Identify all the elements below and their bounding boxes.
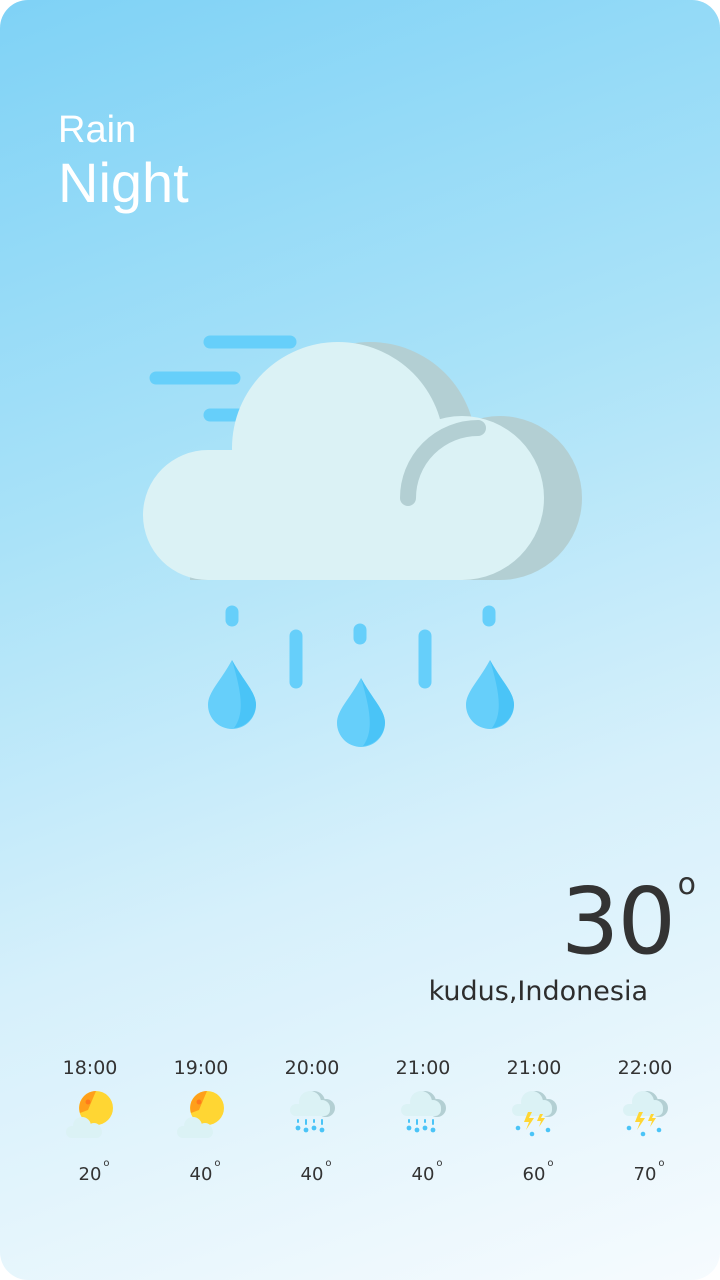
forecast-item[interactable]: 20:00 40 o <box>264 1054 360 1185</box>
forecast-temp: 70 o <box>633 1158 665 1185</box>
rain-cloud-icon <box>143 335 582 747</box>
degree-symbol: o <box>677 867 696 902</box>
weather-screen: Rain Night 30 o kudus,Indonesia 18:00 20… <box>0 0 720 1280</box>
rain-cloud-icon <box>290 1091 335 1133</box>
forecast-time: 18:00 <box>62 1057 118 1079</box>
forecast-item[interactable]: 18:00 20 o <box>42 1054 138 1185</box>
forecast-item[interactable]: 21:00 40 o <box>375 1054 471 1185</box>
current-temperature: 30 o <box>561 870 696 972</box>
condition-label: Rain <box>58 109 137 151</box>
forecast-time: 22:00 <box>617 1057 673 1079</box>
temperature-value: 30 <box>560 868 676 975</box>
time-of-day-label: Night <box>58 151 189 214</box>
thunderstorm-icon <box>512 1091 557 1137</box>
forecast-temp: 40 o <box>189 1158 221 1185</box>
rain-cloud-icon <box>401 1091 446 1133</box>
partly-cloudy-sun-icon <box>66 1091 113 1138</box>
forecast-item[interactable]: 19:00 40 o <box>153 1054 249 1185</box>
partly-cloudy-sun-icon <box>177 1091 224 1138</box>
forecast-item[interactable]: 22:00 70 o <box>597 1054 693 1185</box>
hourly-forecast: 18:00 20 o 19:00 40 o 20:00 40 o 21:00 4… <box>42 1054 692 1204</box>
condition-title: Rain Night <box>58 108 189 214</box>
forecast-temp: 40 o <box>411 1158 443 1185</box>
forecast-temp: 60 o <box>522 1158 554 1185</box>
forecast-temp: 40 o <box>300 1158 332 1185</box>
location-label: kudus,Indonesia <box>428 976 648 1007</box>
forecast-time: 21:00 <box>506 1057 562 1079</box>
forecast-temp: 20 o <box>78 1158 110 1185</box>
forecast-time: 21:00 <box>395 1057 451 1079</box>
forecast-item[interactable]: 21:00 60 o <box>486 1054 582 1185</box>
forecast-time: 19:00 <box>173 1057 229 1079</box>
forecast-time: 20:00 <box>284 1057 340 1079</box>
thunderstorm-icon <box>623 1091 668 1137</box>
